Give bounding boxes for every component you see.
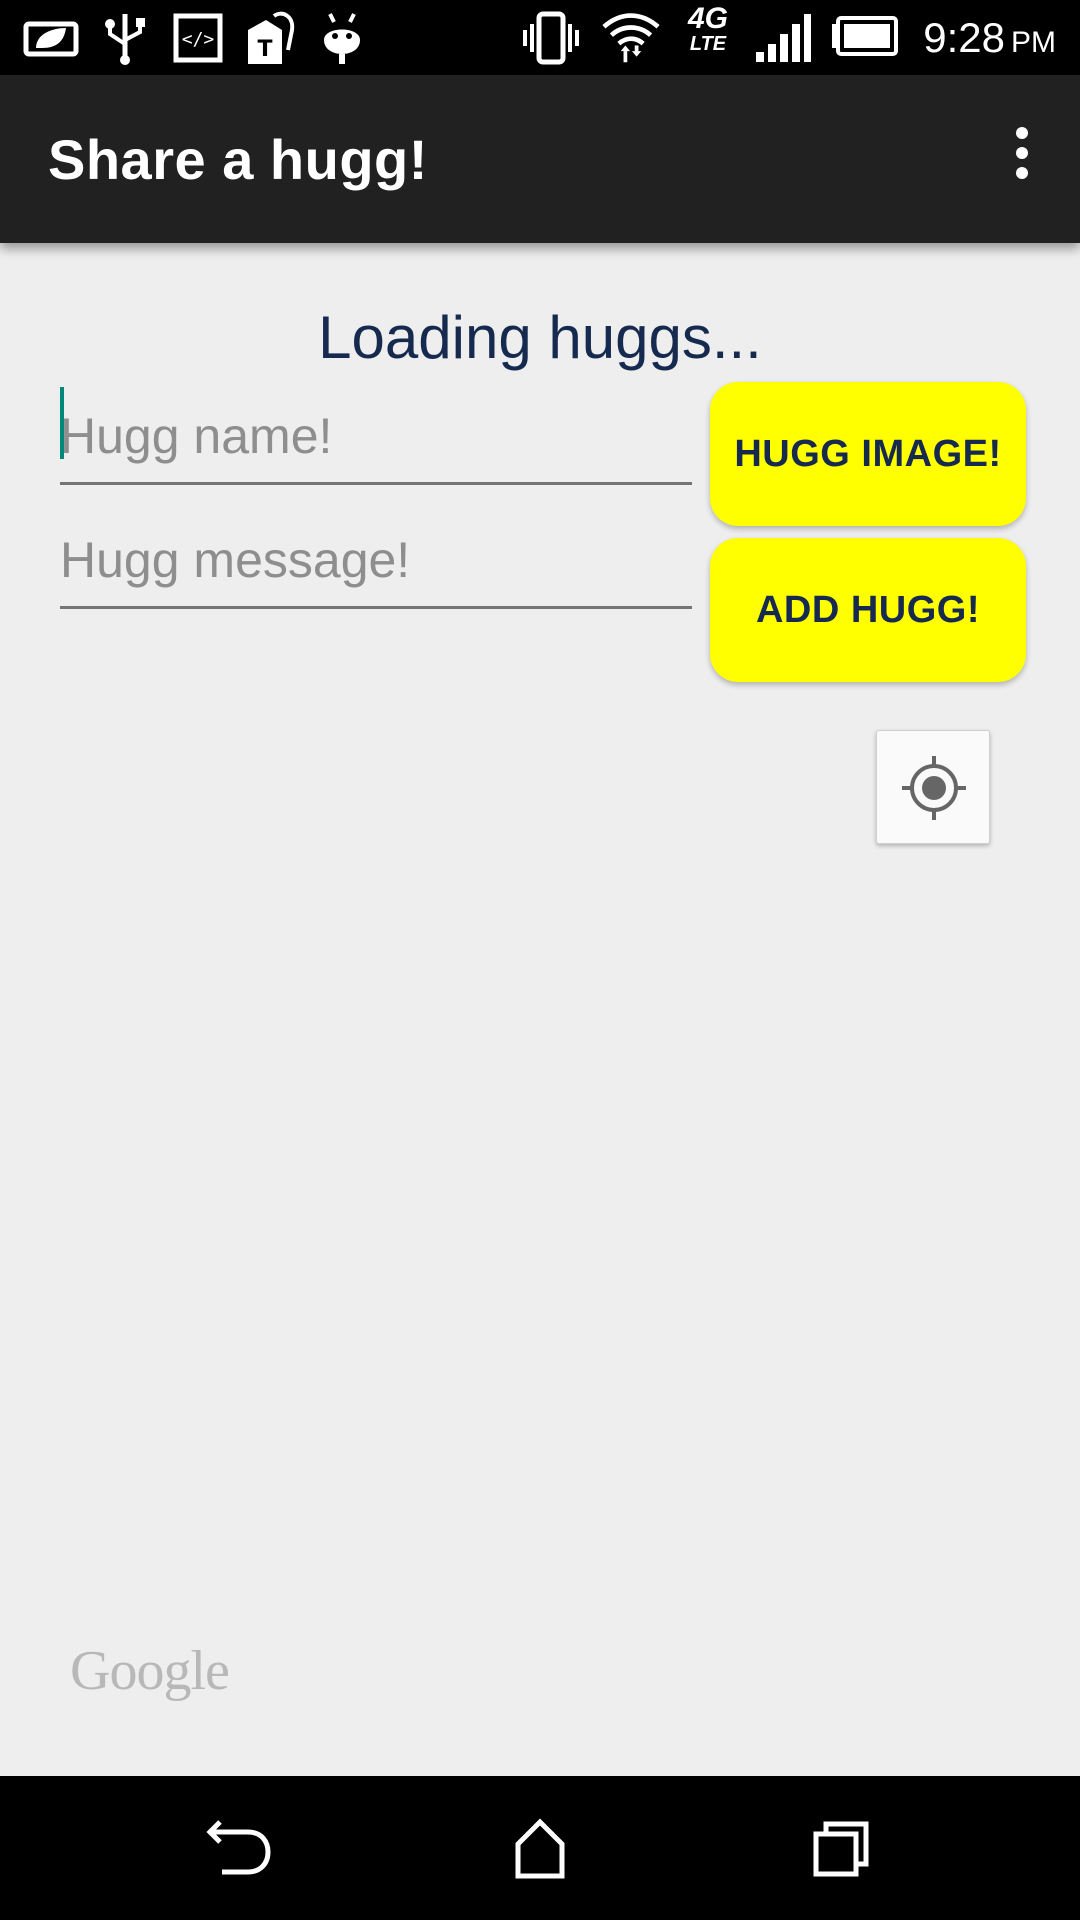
hugg-image-button[interactable]: HUGG IMAGE!: [710, 382, 1026, 526]
my-location-icon: [902, 756, 966, 820]
app-bar: Share a hugg!: [0, 75, 1080, 243]
tmobile-tag-icon: T: [248, 11, 295, 64]
menu-dot: [1016, 167, 1028, 179]
menu-dot: [1016, 147, 1028, 159]
wifi-icon: [602, 13, 660, 63]
svg-text:</>: </>: [182, 29, 215, 50]
navigation-bar: [0, 1776, 1080, 1920]
loading-status: Loading huggs...: [318, 304, 762, 371]
status-bar: </> T 4G LTE 9:28 PM: [0, 0, 1080, 75]
developer-code-icon: </>: [173, 13, 223, 63]
lte-icon: 4G LTE: [680, 4, 736, 68]
network-sub-label: LTE: [689, 33, 727, 55]
home-icon[interactable]: [498, 1806, 582, 1890]
android-debug-icon: [324, 13, 360, 64]
battery-saver-icon: [23, 21, 79, 57]
usb-icon: [105, 14, 145, 65]
time-ampm: PM: [1011, 26, 1056, 59]
text-cursor: [60, 387, 64, 459]
app-title: Share a hugg!: [48, 128, 428, 191]
battery-icon: [832, 16, 898, 56]
overflow-menu-icon[interactable]: [990, 119, 1054, 199]
my-location-button[interactable]: [876, 730, 990, 844]
google-logo: Google: [70, 1640, 230, 1702]
map-view[interactable]: Loading huggs... Hugg name! Hugg message…: [0, 243, 1080, 1776]
recents-icon[interactable]: [798, 1806, 882, 1890]
time-text: 9:28: [923, 14, 1005, 61]
svg-text:T: T: [257, 37, 272, 62]
status-time: 9:28 PM: [923, 14, 1056, 62]
menu-dot: [1016, 127, 1028, 139]
back-icon[interactable]: [198, 1806, 282, 1890]
signal-icon: [756, 14, 811, 62]
hugg-name-input[interactable]: Hugg name!: [60, 389, 692, 485]
add-hugg-button[interactable]: ADD HUGG!: [710, 538, 1026, 682]
hugg-name-placeholder: Hugg name!: [60, 408, 333, 464]
vibrate-icon: [523, 11, 579, 65]
hugg-message-placeholder: Hugg message!: [60, 532, 411, 588]
network-type-label: 4G: [687, 2, 729, 35]
hugg-message-input[interactable]: Hugg message!: [60, 513, 692, 609]
